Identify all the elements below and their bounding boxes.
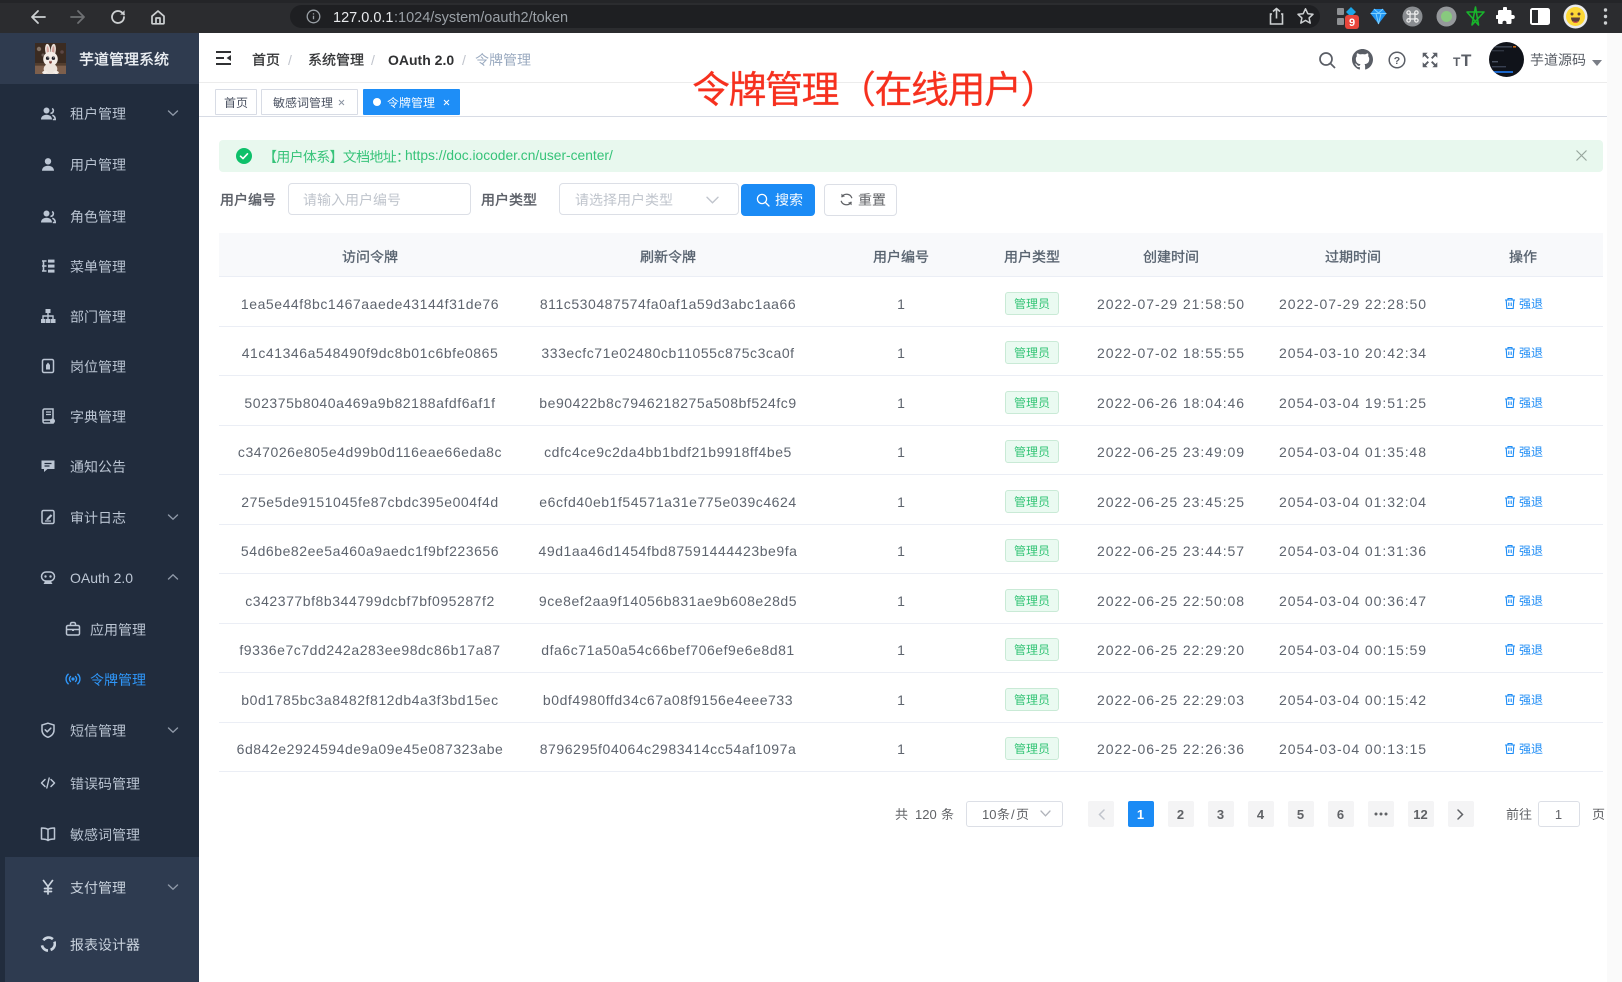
svg-text:T: T — [1461, 51, 1472, 69]
svg-text:T: T — [1453, 55, 1461, 69]
svg-text:?: ? — [1394, 55, 1400, 67]
svg-text:9: 9 — [1349, 17, 1355, 29]
